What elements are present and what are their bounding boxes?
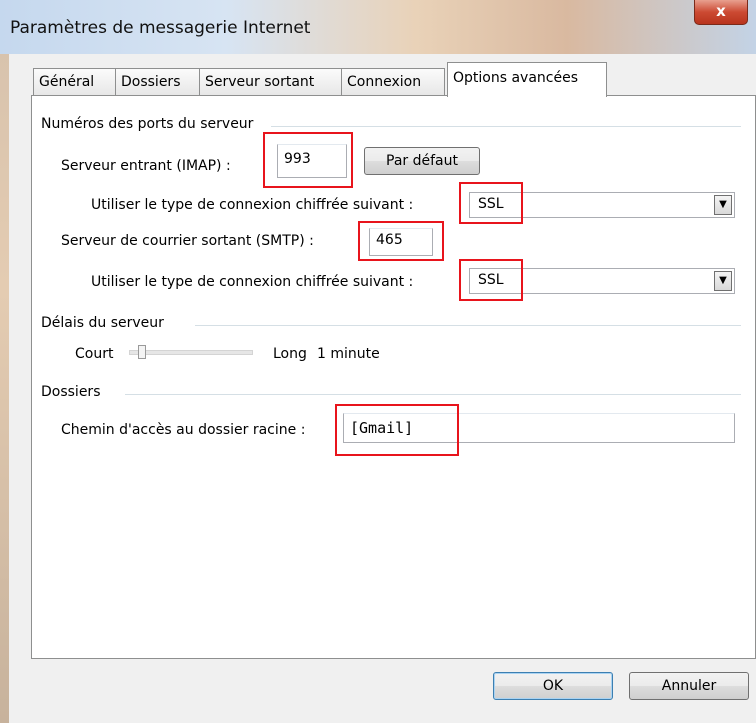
slider-thumb[interactable] [138, 345, 146, 359]
slider-track [129, 350, 253, 355]
group-timeout-label: Délais du serveur [41, 315, 168, 331]
root-path-label: Chemin d'accès au dossier racine : [61, 422, 306, 438]
outgoing-port-label: Serveur de courrier sortant (SMTP) : [61, 233, 314, 249]
window-title: Paramètres de messagerie Internet [10, 18, 311, 38]
outgoing-port-input[interactable]: 465 [369, 228, 433, 256]
tab-serveur-sortant[interactable]: Serveur sortant [199, 68, 343, 95]
incoming-encryption-select[interactable]: SSL ▼ [469, 192, 735, 218]
tab-connexion[interactable]: Connexion [341, 68, 445, 95]
incoming-port-input[interactable]: 993 [277, 144, 347, 178]
tab-general[interactable]: Général [33, 68, 117, 95]
close-icon: x [716, 2, 726, 20]
timeout-slider[interactable] [129, 344, 253, 362]
cancel-button[interactable]: Annuler [629, 672, 749, 700]
tab-dossiers[interactable]: Dossiers [115, 68, 201, 95]
group-divider [195, 325, 741, 326]
timeout-value: 1 minute [317, 346, 380, 362]
root-path-input[interactable]: [Gmail] [343, 413, 735, 443]
tab-panel [31, 95, 756, 659]
incoming-port-label: Serveur entrant (IMAP) : [61, 158, 231, 174]
close-button[interactable]: x [694, 0, 748, 25]
outgoing-encryption-label: Utiliser le type de connexion chiffrée s… [91, 274, 414, 290]
group-ports-label: Numéros des ports du serveur [41, 116, 258, 132]
group-folders-label: Dossiers [41, 384, 105, 400]
title-bar: Paramètres de messagerie Internet x [0, 0, 756, 54]
group-divider [125, 394, 741, 395]
incoming-encryption-value: SSL [478, 196, 504, 212]
chevron-down-icon[interactable]: ▼ [714, 195, 732, 215]
chevron-down-icon[interactable]: ▼ [714, 271, 732, 291]
outgoing-encryption-value: SSL [478, 272, 504, 288]
outgoing-encryption-select[interactable]: SSL ▼ [469, 268, 735, 294]
dialog-client: Général Dossiers Serveur sortant Connexi… [9, 54, 756, 723]
tab-options-avancees[interactable]: Options avancées [447, 62, 607, 97]
incoming-encryption-label: Utiliser le type de connexion chiffrée s… [91, 197, 414, 213]
ok-button[interactable]: OK [493, 672, 613, 700]
timeout-short-label: Court [75, 346, 114, 362]
group-divider [271, 126, 741, 127]
timeout-long-label: Long [273, 346, 307, 362]
default-ports-button[interactable]: Par défaut [364, 147, 480, 175]
